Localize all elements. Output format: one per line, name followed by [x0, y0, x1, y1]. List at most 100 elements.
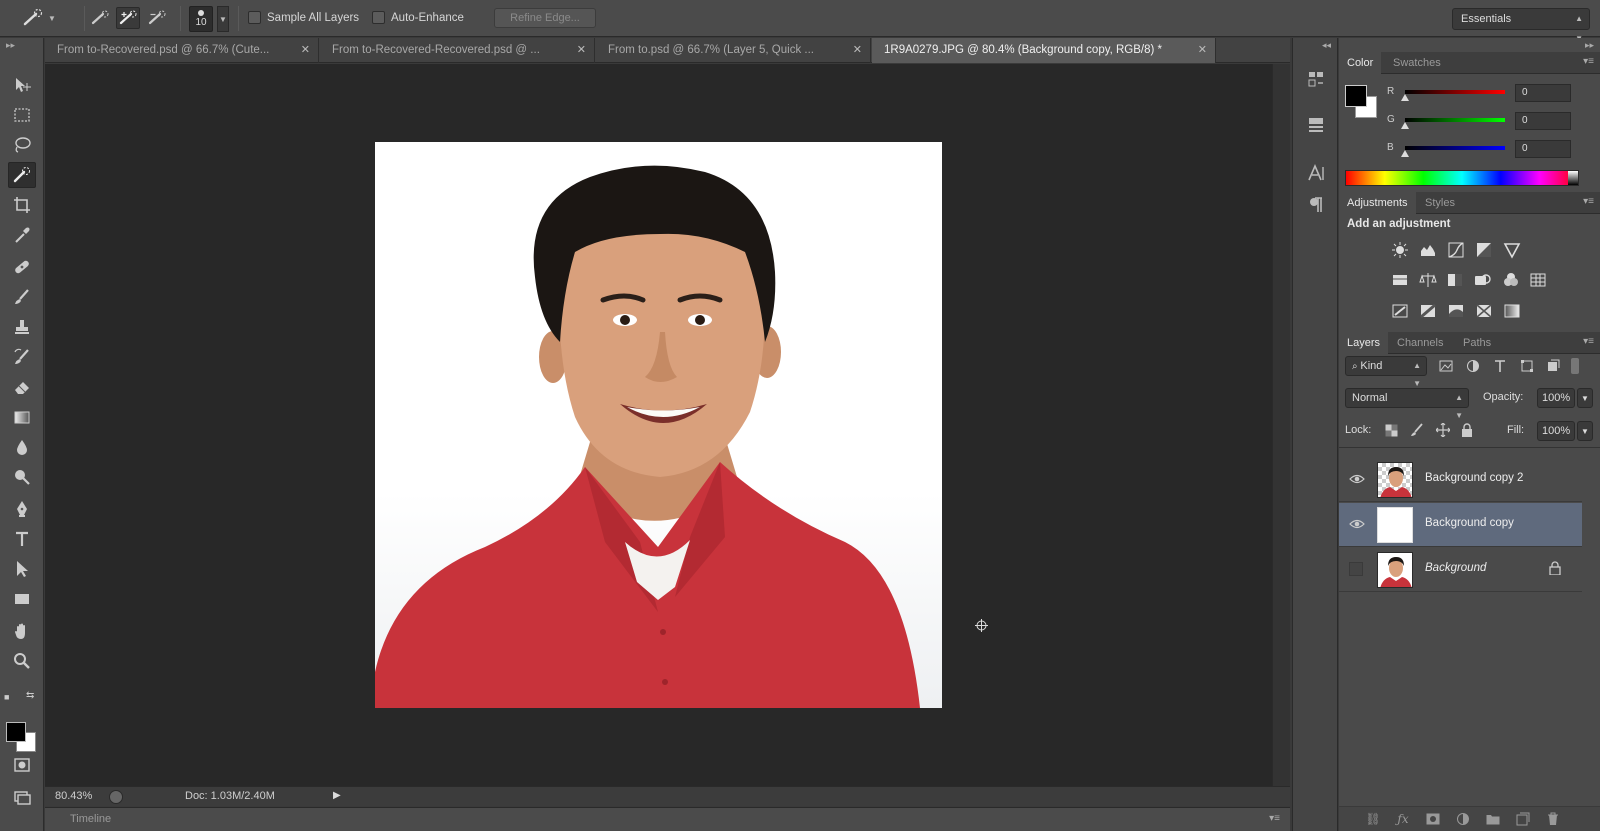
- eraser-tool[interactable]: [8, 374, 36, 400]
- tab-swatches[interactable]: Swatches: [1385, 52, 1449, 74]
- brush-tool[interactable]: [8, 284, 36, 310]
- curves-icon[interactable]: [1445, 240, 1467, 260]
- lock-pixels-icon[interactable]: [1409, 422, 1425, 438]
- new-adjustment-layer-icon[interactable]: [1455, 811, 1471, 827]
- new-layer-icon[interactable]: [1515, 811, 1531, 827]
- add-mask-icon[interactable]: [1425, 811, 1441, 827]
- eye-icon[interactable]: [1349, 517, 1365, 531]
- hue-saturation-icon[interactable]: [1389, 270, 1411, 290]
- layer-row-background[interactable]: Background: [1339, 548, 1582, 592]
- crop-tool[interactable]: [8, 192, 36, 218]
- foreground-color-swatch[interactable]: [1345, 85, 1367, 107]
- black-white-ramp[interactable]: [1568, 171, 1578, 185]
- expand-arrows-icon[interactable]: ◂◂: [1322, 40, 1331, 51]
- panel-menu-icon[interactable]: ▾≡: [1269, 813, 1280, 824]
- fill-input[interactable]: 100%: [1537, 421, 1575, 441]
- zoom-tool[interactable]: [8, 648, 36, 674]
- brush-size-picker[interactable]: 10: [189, 6, 213, 32]
- brightness-contrast-icon[interactable]: [1389, 240, 1411, 260]
- move-tool[interactable]: [8, 72, 36, 98]
- rectangle-tool[interactable]: [8, 586, 36, 612]
- slider-knob-icon[interactable]: [1401, 122, 1409, 129]
- color-lookup-icon[interactable]: [1527, 270, 1549, 290]
- blend-mode-select[interactable]: Normal ▲ ▼: [1345, 388, 1469, 420]
- visibility-toggle-off[interactable]: [1349, 562, 1363, 576]
- layer-name[interactable]: Background: [1425, 562, 1486, 574]
- sample-all-layers-checkbox[interactable]: Sample All Layers: [248, 11, 359, 24]
- paragraph-panel-button[interactable]: [1303, 192, 1329, 218]
- selective-color-icon[interactable]: [1473, 301, 1495, 321]
- tab-document-active[interactable]: 1R9A0279.JPG @ 80.4% (Background copy, R…: [872, 38, 1216, 63]
- clone-stamp-tool[interactable]: [8, 314, 36, 340]
- swap-colors-icon[interactable]: ⇆: [26, 690, 34, 701]
- subtract-from-selection-button[interactable]: [145, 7, 169, 29]
- close-icon[interactable]: ✕: [1198, 38, 1207, 63]
- green-value[interactable]: 0: [1515, 112, 1571, 130]
- blue-value[interactable]: 0: [1515, 140, 1571, 158]
- tab-channels[interactable]: Channels: [1389, 332, 1451, 354]
- layer-name[interactable]: Background copy 2: [1425, 472, 1523, 484]
- exposure-icon[interactable]: [1473, 240, 1495, 260]
- dodge-tool[interactable]: [8, 464, 36, 490]
- slider-knob-icon[interactable]: [1401, 150, 1409, 157]
- screen-mode-button[interactable]: [8, 784, 36, 810]
- vertical-scrollbar[interactable]: [1272, 64, 1290, 786]
- new-group-icon[interactable]: [1485, 811, 1501, 827]
- properties-panel-button[interactable]: [1303, 112, 1329, 138]
- layer-style-icon[interactable]: ƒx: [1395, 811, 1411, 827]
- tab-styles[interactable]: Styles: [1417, 192, 1463, 214]
- invert-icon[interactable]: [1389, 301, 1411, 321]
- auto-enhance-checkbox[interactable]: Auto-Enhance: [372, 11, 464, 24]
- workspace-select[interactable]: Essentials ▲▼: [1452, 8, 1590, 43]
- filter-smart-object-icon[interactable]: [1545, 358, 1561, 374]
- close-icon[interactable]: ✕: [577, 38, 586, 63]
- black-white-icon[interactable]: [1444, 270, 1466, 290]
- link-layers-icon[interactable]: ⛓: [1365, 811, 1381, 827]
- photo-filter-icon[interactable]: [1472, 270, 1494, 290]
- blur-tool[interactable]: [8, 434, 36, 460]
- new-selection-button[interactable]: [88, 7, 112, 29]
- lasso-tool[interactable]: [8, 132, 36, 158]
- character-panel-button[interactable]: [1303, 160, 1329, 186]
- color-balance-icon[interactable]: [1417, 270, 1439, 290]
- foreground-color-swatch[interactable]: [6, 722, 26, 742]
- panel-menu-icon[interactable]: ▾≡: [1583, 56, 1594, 67]
- threshold-icon[interactable]: [1445, 301, 1467, 321]
- opacity-dropdown[interactable]: ▼: [1577, 388, 1593, 408]
- posterize-icon[interactable]: [1417, 301, 1439, 321]
- red-slider[interactable]: R 0: [1387, 84, 1587, 104]
- panel-menu-icon[interactable]: ▾≡: [1583, 196, 1594, 207]
- default-colors-icon[interactable]: ■: [4, 692, 9, 702]
- layer-name[interactable]: Background copy: [1425, 517, 1514, 529]
- brush-picker-dropdown[interactable]: ▼: [217, 6, 229, 32]
- healing-brush-tool[interactable]: [8, 254, 36, 280]
- checkbox-box[interactable]: [372, 11, 385, 24]
- gradient-tool[interactable]: [8, 404, 36, 430]
- collapse-arrows-icon[interactable]: ▸▸: [1585, 40, 1594, 51]
- proof-setup-icon[interactable]: [109, 790, 123, 804]
- filter-type-icon[interactable]: [1492, 358, 1508, 374]
- red-track[interactable]: [1405, 90, 1505, 94]
- collapse-arrows-icon[interactable]: ▸▸: [6, 40, 15, 51]
- zoom-level[interactable]: 80.43%: [55, 790, 92, 802]
- close-icon[interactable]: ✕: [301, 38, 310, 63]
- type-tool[interactable]: [8, 526, 36, 552]
- gradient-map-icon[interactable]: [1501, 301, 1523, 321]
- tab-color[interactable]: Color: [1339, 52, 1382, 74]
- filter-shape-icon[interactable]: [1519, 358, 1535, 374]
- layer-row-background-copy-2[interactable]: Background copy 2: [1339, 458, 1582, 502]
- filter-toggle-icon[interactable]: [1571, 358, 1579, 374]
- channel-mixer-icon[interactable]: [1500, 270, 1522, 290]
- delete-layer-icon[interactable]: [1545, 811, 1561, 827]
- blue-track[interactable]: [1405, 146, 1505, 150]
- hand-tool[interactable]: [8, 618, 36, 644]
- tool-preset-picker[interactable]: ▼: [14, 6, 66, 30]
- slider-knob-icon[interactable]: [1401, 94, 1409, 101]
- document-canvas[interactable]: [375, 142, 942, 708]
- layer-row-background-copy[interactable]: Background copy: [1339, 503, 1582, 547]
- filter-kind-select[interactable]: ⌕ Kind ▲ ▼: [1345, 356, 1427, 388]
- tab-adjustments[interactable]: Adjustments: [1339, 192, 1416, 214]
- tab-document-1[interactable]: From to-Recovered.psd @ 66.7% (Cute... ✕: [45, 38, 319, 63]
- add-to-selection-button[interactable]: [116, 7, 140, 29]
- eyedropper-tool[interactable]: [8, 222, 36, 248]
